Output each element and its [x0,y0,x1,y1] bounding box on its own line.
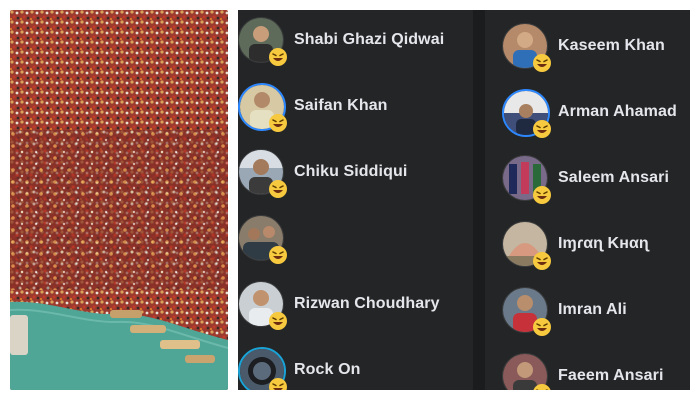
reaction-row[interactable]: Faeem Ansari [502,350,664,390]
reaction-user-name[interactable]: Shabi Ghazi Qidwai [294,31,444,49]
haha-emoji-icon [269,312,287,330]
avatar[interactable] [238,215,287,264]
haha-emoji-icon [269,114,287,132]
reaction-user-name[interactable]: Arman Ahamad [558,103,677,121]
reactions-panel: Shabi Ghazi Qidwai Saifan Khan Chiku Sid… [238,10,690,390]
avatar[interactable] [238,149,287,198]
haha-emoji-icon [533,186,551,204]
avatar[interactable] [238,281,287,330]
reaction-user-name[interactable]: Imran Ali [558,301,627,319]
avatar[interactable] [502,89,551,138]
haha-emoji-icon [269,48,287,66]
avatar[interactable] [502,23,551,72]
haha-emoji-icon [533,384,551,390]
reaction-row[interactable]: Imran Ali [502,284,627,336]
avatar[interactable] [238,83,287,132]
reaction-row[interactable]: Kaseem Khan [502,20,665,72]
haha-emoji-icon [533,54,551,72]
column-divider [473,10,485,390]
avatar[interactable] [502,221,551,270]
reaction-row[interactable]: Saleem Ansari [502,152,669,204]
avatar[interactable] [502,287,551,336]
reaction-row[interactable]: Iɱɾαɳ Kнαɳ [502,218,649,270]
reaction-user-name[interactable]: Rizwan Choudhary [294,295,440,313]
avatar[interactable] [502,353,551,390]
reaction-row[interactable]: Rizwan Choudhary [238,278,440,330]
reaction-row[interactable]: Rock On [238,344,361,390]
haha-emoji-icon [533,318,551,336]
haha-emoji-icon [533,252,551,270]
reaction-row[interactable]: Arman Ahamad [502,86,677,138]
reaction-row[interactable]: Chiku Siddiqui [238,146,407,198]
haha-emoji-icon [533,120,551,138]
reaction-row[interactable] [238,212,294,264]
reaction-row[interactable]: Shabi Ghazi Qidwai [238,14,444,66]
crowd-photo [10,10,228,390]
haha-emoji-icon [269,246,287,264]
reaction-user-name[interactable]: Saleem Ansari [558,169,669,187]
haha-emoji-icon [269,378,287,390]
avatar[interactable] [238,347,287,390]
reaction-row[interactable]: Saifan Khan [238,80,388,132]
reaction-user-name[interactable]: Rock On [294,361,361,379]
reaction-user-name[interactable]: Iɱɾαɳ Kнαɳ [558,235,649,253]
reaction-user-name[interactable]: Saifan Khan [294,97,388,115]
reaction-user-name[interactable]: Chiku Siddiqui [294,163,407,181]
crowd-image [10,10,228,390]
reaction-user-name[interactable]: Faeem Ansari [558,367,664,385]
avatar[interactable] [502,155,551,204]
avatar[interactable] [238,17,287,66]
haha-emoji-icon [269,180,287,198]
reaction-user-name[interactable]: Kaseem Khan [558,37,665,55]
